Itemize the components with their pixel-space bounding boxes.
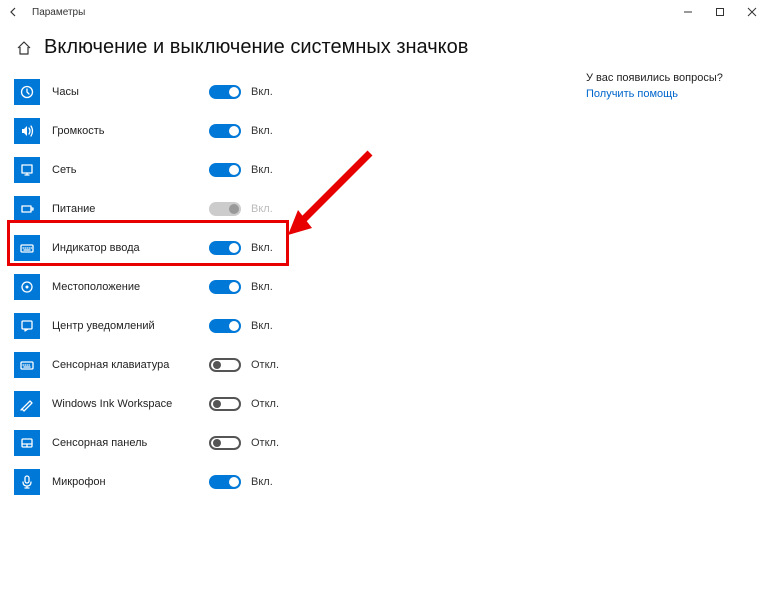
setting-row-power: Питание Вкл. (14, 189, 314, 228)
toggle-touch-keyboard[interactable] (209, 358, 241, 372)
volume-icon (14, 118, 40, 144)
setting-row-input: Индикатор ввода Вкл. (14, 228, 314, 267)
setting-label: Часы (52, 86, 79, 98)
setting-label: Windows Ink Workspace (52, 398, 172, 410)
toggle-state-label: Вкл. (251, 281, 273, 293)
setting-label: Центр уведомлений (52, 320, 155, 332)
toggle-state-label: Вкл. (251, 242, 273, 254)
close-button[interactable] (736, 0, 768, 24)
setting-label: Индикатор ввода (52, 242, 140, 254)
setting-row-location: Местоположение Вкл. (14, 267, 314, 306)
toggle-touchpad[interactable] (209, 436, 241, 450)
ink-icon (14, 391, 40, 417)
setting-label: Сенсорная панель (52, 437, 147, 449)
keyboard-icon (14, 235, 40, 261)
back-button[interactable] (0, 0, 28, 24)
toggle-microphone[interactable] (209, 475, 241, 489)
setting-row-touchpad: Сенсорная панель Откл. (14, 423, 314, 462)
close-icon (747, 7, 757, 17)
touch-keyboard-icon (14, 352, 40, 378)
touchpad-icon (14, 430, 40, 456)
toggle-input[interactable] (209, 241, 241, 255)
toggle-volume[interactable] (209, 124, 241, 138)
network-icon (14, 157, 40, 183)
location-icon (14, 274, 40, 300)
get-help-link[interactable]: Получить помощь (586, 88, 736, 100)
setting-label: Сенсорная клавиатура (52, 359, 169, 371)
toggle-action-center[interactable] (209, 319, 241, 333)
toggle-state-label: Откл. (251, 437, 279, 449)
setting-row-ink: Windows Ink Workspace Откл. (14, 384, 314, 423)
minimize-button[interactable] (672, 0, 704, 24)
setting-label: Громкость (52, 125, 104, 137)
setting-label: Микрофон (52, 476, 106, 488)
help-pane: У вас появились вопросы? Получить помощь (586, 72, 736, 100)
maximize-button[interactable] (704, 0, 736, 24)
toggle-state-label: Вкл. (251, 164, 273, 176)
toggle-state-label: Вкл. (251, 476, 273, 488)
maximize-icon (715, 7, 725, 17)
action-center-icon (14, 313, 40, 339)
toggle-state-label: Вкл. (251, 86, 273, 98)
toggle-network[interactable] (209, 163, 241, 177)
toggle-state-label: Вкл. (251, 203, 273, 215)
setting-row-action-center: Центр уведомлений Вкл. (14, 306, 314, 345)
toggle-location[interactable] (209, 280, 241, 294)
home-button[interactable] (14, 38, 34, 58)
arrow-left-icon (8, 6, 20, 18)
help-question: У вас появились вопросы? (586, 72, 736, 84)
toggle-state-label: Вкл. (251, 320, 273, 332)
toggle-state-label: Откл. (251, 398, 279, 410)
setting-label: Сеть (52, 164, 76, 176)
clock-icon (14, 79, 40, 105)
power-icon (14, 196, 40, 222)
setting-row-network: Сеть Вкл. (14, 150, 314, 189)
toggle-ink[interactable] (209, 397, 241, 411)
setting-label: Местоположение (52, 281, 140, 293)
page-title: Включение и выключение системных значков (44, 36, 468, 59)
home-icon (16, 40, 32, 56)
setting-label: Питание (52, 203, 95, 215)
setting-row-clock: Часы Вкл. (14, 72, 314, 111)
setting-row-touch-keyboard: Сенсорная клавиатура Откл. (14, 345, 314, 384)
toggle-clock[interactable] (209, 85, 241, 99)
setting-row-volume: Громкость Вкл. (14, 111, 314, 150)
toggle-state-label: Откл. (251, 359, 279, 371)
toggle-state-label: Вкл. (251, 125, 273, 137)
mic-icon (14, 469, 40, 495)
window-title: Параметры (32, 7, 85, 18)
setting-row-microphone: Микрофон Вкл. (14, 462, 314, 501)
toggle-power (209, 202, 241, 216)
minimize-icon (683, 7, 693, 17)
